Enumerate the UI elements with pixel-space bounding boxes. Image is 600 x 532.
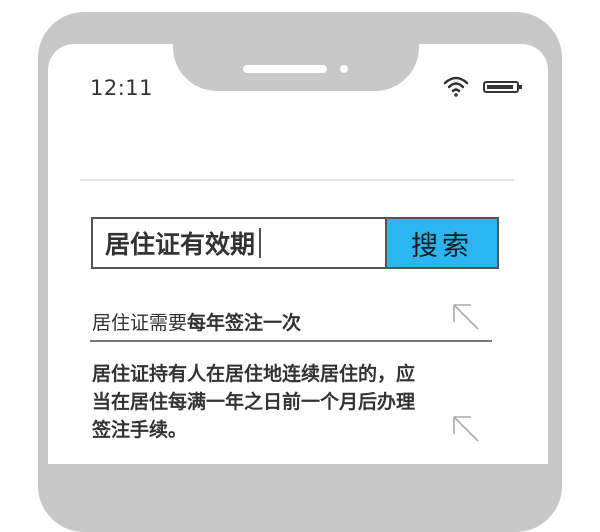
search-button[interactable]: 搜索 bbox=[385, 217, 499, 269]
arrow-up-left-icon[interactable] bbox=[451, 302, 481, 332]
arrow-up-left-icon[interactable] bbox=[451, 414, 481, 444]
search-input[interactable]: 居住证有效期 bbox=[91, 217, 387, 269]
speaker-grille bbox=[243, 65, 327, 73]
text-caret bbox=[259, 228, 262, 258]
answer-text: 居住证持有人在居住地连续居住的，应当在居住每满一年之日前一个月后办理签注手续。 bbox=[92, 363, 416, 441]
status-time: 12:11 bbox=[90, 76, 154, 100]
result-divider bbox=[90, 340, 492, 342]
search-input-value: 居住证有效期 bbox=[105, 230, 256, 259]
battery-icon bbox=[483, 81, 522, 93]
wifi-icon bbox=[443, 76, 469, 97]
phone-notch bbox=[173, 12, 419, 91]
result-item[interactable]: 居住证需要每年签注一次 bbox=[92, 308, 301, 335]
result-title-highlight: 每年签注一次 bbox=[187, 312, 302, 334]
front-camera bbox=[340, 65, 348, 73]
header-divider bbox=[80, 179, 514, 181]
result-title-prefix: 居住证需要 bbox=[92, 312, 188, 334]
